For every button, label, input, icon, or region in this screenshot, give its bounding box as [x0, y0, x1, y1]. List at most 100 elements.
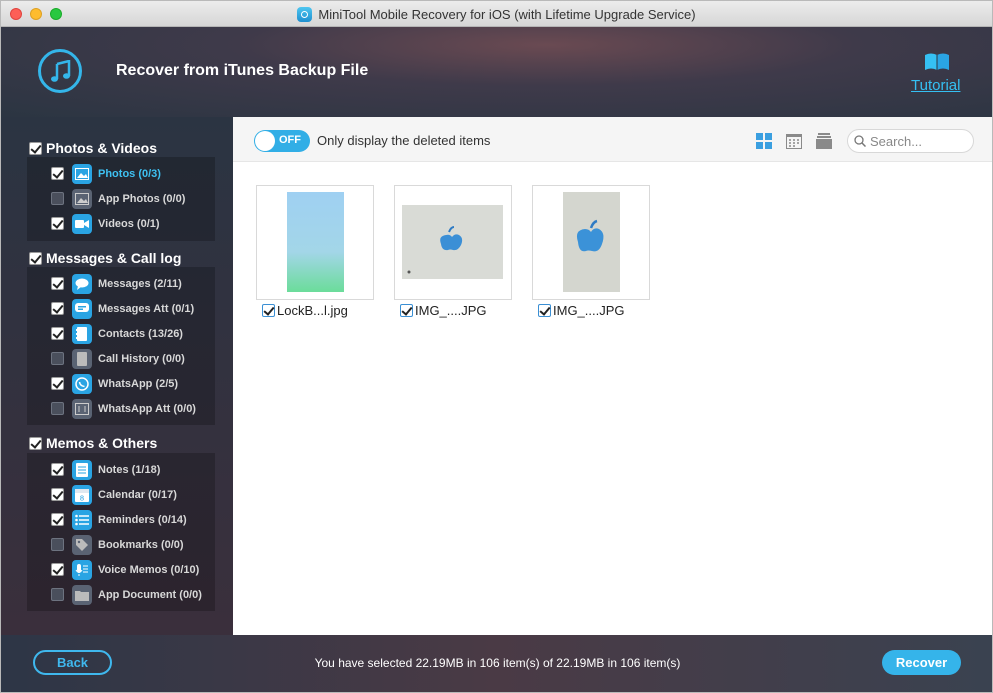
item-checkbox[interactable] [51, 463, 64, 476]
calendar-view-icon[interactable] [786, 133, 802, 149]
item-checkbox[interactable] [51, 167, 64, 180]
item-checkbox[interactable] [51, 327, 64, 340]
svg-text:8: 8 [80, 494, 84, 502]
calendar-icon: 8 [72, 484, 92, 505]
group-checkbox[interactable] [29, 251, 42, 265]
sidebar-item-label: Photos (0/3) [98, 167, 161, 180]
sidebar-item-label: Videos (0/1) [98, 217, 160, 230]
sidebar-item-label: Messages Att (0/1) [98, 302, 195, 315]
item-checkbox[interactable] [51, 588, 64, 601]
item-checkbox[interactable] [51, 352, 64, 365]
group-memos-others[interactable]: Memos & Others [29, 435, 157, 451]
file-item-2[interactable]: IMG_....JPG [400, 303, 487, 318]
item-checkbox[interactable] [51, 488, 64, 501]
sidebar-item-whatsapp-att[interactable]: WhatsApp Att (0/0) [27, 396, 215, 421]
file-item-1[interactable]: LockB...l.jpg [262, 303, 348, 318]
voice-memo-icon [72, 559, 92, 580]
image-preview [287, 192, 344, 292]
photo-icon [72, 163, 92, 184]
file-name: IMG_....JPG [415, 303, 487, 318]
grid-view-icon[interactable] [756, 133, 772, 149]
book-icon[interactable] [924, 52, 950, 77]
footer-bar: Back You have selected 22.19MB in 106 it… [1, 635, 992, 692]
item-checkbox[interactable] [51, 302, 64, 315]
group-items-box: Photos (0/3) App Photos (0/0) Videos (0/… [27, 157, 215, 241]
group-items-box: Messages (2/11) Messages Att (0/1) Conta… [27, 267, 215, 425]
video-icon [72, 213, 92, 234]
content-toolbar: OFF Only display the deleted items [233, 117, 992, 162]
sidebar-item-app-photos[interactable]: App Photos (0/0) [27, 186, 215, 211]
selection-status: You have selected 22.19MB in 106 item(s)… [314, 656, 681, 670]
group-checkbox[interactable] [29, 141, 42, 155]
sidebar-item-label: Bookmarks (0/0) [98, 538, 184, 551]
image-preview [563, 192, 620, 292]
list-view-icon[interactable] [816, 133, 832, 149]
item-checkbox[interactable] [51, 192, 64, 205]
sidebar-item-bookmarks[interactable]: Bookmarks (0/0) [27, 532, 215, 557]
sidebar-item-photos[interactable]: Photos (0/3) [27, 161, 215, 186]
sidebar-item-label: WhatsApp Att (0/0) [98, 402, 196, 415]
contacts-icon [72, 323, 92, 344]
sidebar-item-label: WhatsApp (2/5) [98, 377, 179, 390]
sidebar-item-contacts[interactable]: Contacts (13/26) [27, 321, 215, 346]
group-photos-videos[interactable]: Photos & Videos [29, 140, 157, 156]
recover-button[interactable]: Recover [882, 650, 961, 675]
window-title: MiniTool Mobile Recovery for iOS (with L… [318, 6, 696, 22]
page-title: Recover from iTunes Backup File [116, 62, 369, 79]
file-thumbnail-1[interactable] [256, 185, 374, 300]
file-thumbnail-2[interactable] [394, 185, 512, 300]
sidebar-item-messages-att[interactable]: Messages Att (0/1) [27, 296, 215, 321]
item-checkbox[interactable] [51, 277, 64, 290]
file-item-3[interactable]: IMG_....JPG [538, 303, 625, 318]
sidebar-item-voice-memos[interactable]: Voice Memos (0/10) [27, 557, 215, 582]
image-preview [402, 205, 503, 279]
notes-icon [72, 459, 92, 480]
category-sidebar: Photos & Videos Photos (0/3) App Photos … [1, 117, 233, 635]
search-icon [854, 135, 866, 147]
sidebar-item-label: Call History (0/0) [98, 352, 185, 365]
item-checkbox[interactable] [51, 217, 64, 230]
toggle-knob [255, 131, 275, 151]
file-thumbnail-3[interactable] [532, 185, 650, 300]
sidebar-item-whatsapp[interactable]: WhatsApp (2/5) [27, 371, 215, 396]
sidebar-item-app-document[interactable]: App Document (0/0) [27, 582, 215, 607]
item-checkbox[interactable] [51, 538, 64, 551]
group-items-box: Notes (1/18) 8 Calendar (0/17) Reminders… [27, 453, 215, 611]
sidebar-item-label: Notes (1/18) [98, 463, 161, 476]
app-document-icon [72, 584, 92, 605]
call-history-icon [72, 348, 92, 369]
title-bar: MiniTool Mobile Recovery for iOS (with L… [1, 1, 992, 27]
sidebar-item-videos[interactable]: Videos (0/1) [27, 211, 215, 236]
bookmark-icon [72, 534, 92, 555]
sidebar-item-call-history[interactable]: Call History (0/0) [27, 346, 215, 371]
search-box[interactable] [847, 129, 974, 153]
app-photo-icon [72, 188, 92, 209]
file-checkbox[interactable] [400, 304, 413, 317]
item-checkbox[interactable] [51, 377, 64, 390]
file-content-area: OFF Only display the deleted items Searc… [233, 117, 992, 635]
tutorial-link[interactable]: Tutorial [911, 77, 960, 94]
group-label: Messages & Call log [46, 250, 182, 266]
reminders-icon [72, 509, 92, 530]
group-checkbox[interactable] [29, 436, 42, 450]
message-attachment-icon [72, 298, 92, 319]
file-checkbox[interactable] [262, 304, 275, 317]
sidebar-item-calendar[interactable]: 8 Calendar (0/17) [27, 482, 215, 507]
search-input[interactable] [870, 133, 970, 149]
sidebar-item-notes[interactable]: Notes (1/18) [27, 457, 215, 482]
message-icon [72, 273, 92, 294]
group-messages-call-log[interactable]: Messages & Call log [29, 250, 181, 266]
sidebar-item-reminders[interactable]: Reminders (0/14) [27, 507, 215, 532]
sidebar-item-label: Messages (2/11) [98, 277, 182, 290]
group-label: Memos & Others [46, 435, 158, 451]
sidebar-item-label: Reminders (0/14) [98, 513, 187, 526]
sidebar-item-label: App Document (0/0) [98, 588, 202, 601]
item-checkbox[interactable] [51, 563, 64, 576]
header-banner: Recover from iTunes Backup File Tutorial [1, 27, 992, 117]
deleted-only-toggle[interactable]: OFF [254, 130, 310, 152]
sidebar-item-messages[interactable]: Messages (2/11) [27, 271, 215, 296]
item-checkbox[interactable] [51, 513, 64, 526]
whatsapp-attachment-icon [72, 398, 92, 419]
file-checkbox[interactable] [538, 304, 551, 317]
item-checkbox[interactable] [51, 402, 64, 415]
